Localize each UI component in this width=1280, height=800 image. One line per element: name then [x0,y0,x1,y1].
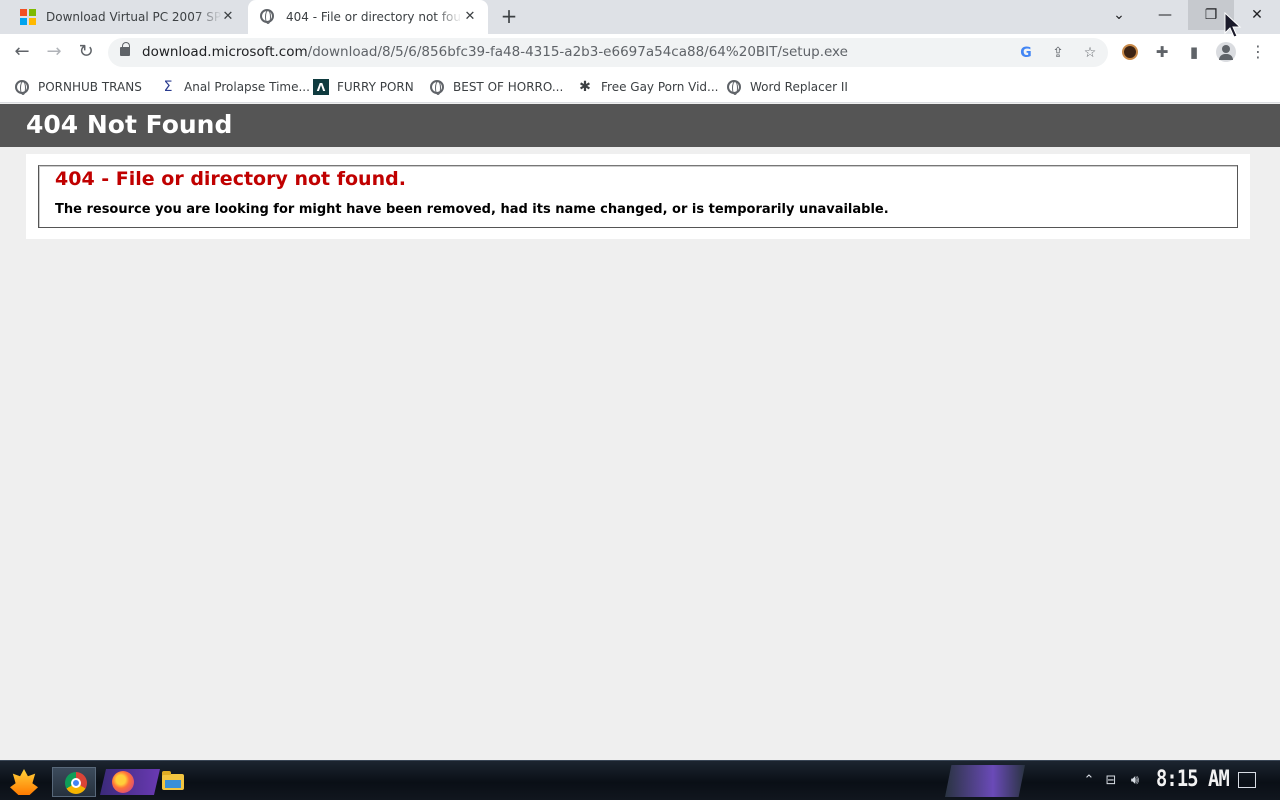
notification-icon[interactable] [1238,772,1256,788]
tab-title: 404 - File or directory not foun [286,10,462,24]
address-bar[interactable]: download.microsoft.com/download/8/5/6/85… [108,38,1108,67]
new-tab-button[interactable]: + [498,5,520,27]
bookmark-label: PORNHUB TRANS [38,80,142,94]
sigma-icon: Σ [163,79,173,95]
taskbar-chrome[interactable] [52,767,96,797]
taskbar: ⌃ ⊟ 🔊︎ 8:15 AM [0,760,1280,800]
browser-toolbar: ← → ↻ download.microsoft.com/download/8/… [0,34,1280,71]
globe-icon [429,79,445,95]
tab-download-virtual-pc[interactable]: Download Virtual PC 2007 SP1 ( ✕ [8,0,246,34]
error-box: 404 - File or directory not found. The r… [38,165,1238,228]
taskbar-firefox[interactable] [100,767,144,797]
share-icon[interactable]: ⇪ [1048,43,1068,63]
taskbar-clock[interactable]: 8:15 AM [1156,767,1230,792]
tab-404-error[interactable]: 404 - File or directory not foun ✕ [248,0,488,34]
url-path: /download/8/5/6/856bfc39-fa48-4315-a2b3-… [307,44,848,60]
globe-icon [726,79,742,95]
url-host: download.microsoft.com [142,44,308,60]
bookmark-label: Word Replacer II [750,80,848,94]
google-lens-icon[interactable]: G [1016,43,1036,63]
extensions-puzzle-icon[interactable]: ✚ [1151,41,1173,63]
bookmark-label: Anal Prolapse Time... [184,80,310,94]
bookmark-item[interactable]: BEST OF HORRO... [429,77,563,97]
back-button[interactable]: ← [10,40,34,64]
page-title: 404 Not Found [26,110,233,139]
microsoft-logo-icon [20,9,36,25]
bookmark-item[interactable]: Λ FURRY PORN [313,77,414,97]
start-flame-icon [10,769,38,795]
mouse-cursor-icon [1224,12,1242,38]
bookmarks-bar: PORNHUB TRANS Σ Anal Prolapse Time... Λ … [0,71,1280,103]
page-header: 404 Not Found [0,104,1280,147]
network-icon[interactable]: ⊟ [1102,772,1120,790]
side-panel-icon[interactable]: ▮ [1183,41,1205,63]
tab-close-icon[interactable]: ✕ [220,9,236,25]
profile-icon[interactable] [1215,41,1237,63]
bookmark-item[interactable]: PORNHUB TRANS [14,77,142,97]
error-message: The resource you are looking for might h… [55,202,889,217]
tab-title: Download Virtual PC 2007 SP1 ( [46,10,222,24]
forward-button[interactable]: → [42,40,66,64]
firefox-icon [112,771,134,793]
globe-icon [260,9,276,25]
tab-search-chevron-down-icon[interactable]: ⌄ [1096,0,1142,30]
bookmark-label: BEST OF HORRO... [453,80,564,94]
error-title: 404 - File or directory not found. [55,168,406,190]
bookmark-item[interactable]: ✱ Free Gay Porn Vid... [577,77,718,97]
taskbar-file-explorer[interactable] [150,767,194,797]
folder-icon [162,771,184,790]
bookmark-label: Free Gay Porn Vid... [601,80,719,94]
url-text[interactable]: download.microsoft.com/download/8/5/6/85… [142,44,848,60]
tab-close-icon[interactable]: ✕ [462,9,478,25]
spider-icon: ✱ [579,79,591,95]
chrome-icon [65,772,87,794]
lock-icon[interactable] [120,42,130,56]
tray-decoration [945,765,1025,797]
bookmark-star-icon[interactable]: ☆ [1080,43,1100,63]
bookmark-label: FURRY PORN [337,80,414,94]
tab-strip: Download Virtual PC 2007 SP1 ( ✕ 404 - F… [0,0,1280,34]
volume-icon[interactable]: 🔊︎ [1126,772,1144,790]
bookmark-item[interactable]: Word Replacer II [726,77,848,97]
tray-chevron-up-icon[interactable]: ⌃ [1080,772,1098,790]
a-logo-icon: Λ [313,79,329,95]
error-content: 404 - File or directory not found. The r… [26,154,1250,239]
extension-avatar-icon[interactable] [1119,41,1141,63]
minimize-button[interactable]: — [1142,0,1188,30]
reload-button[interactable]: ↻ [74,40,98,64]
bookmark-item[interactable]: Σ Anal Prolapse Time... [160,77,310,97]
start-button[interactable] [4,765,44,799]
globe-icon [14,79,30,95]
menu-kebab-icon[interactable]: ⋮ [1247,41,1269,63]
